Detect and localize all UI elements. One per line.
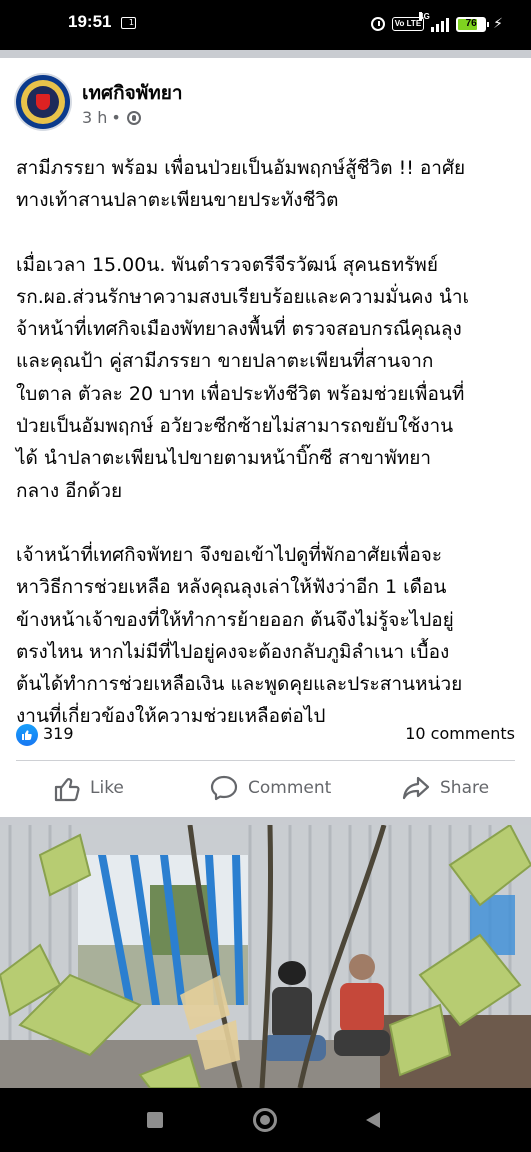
share-arrow-icon: [402, 775, 430, 801]
signal-icon: 4G: [419, 12, 450, 32]
like-label: Like: [90, 778, 124, 798]
home-icon[interactable]: [253, 1108, 277, 1132]
post-paragraph: เมื่อเวลา 15.00น. พันตำรวจตรีจีรวัฒน์ สุ…: [16, 253, 469, 502]
meta-separator: •: [111, 108, 121, 127]
feed-separator-top: [0, 50, 531, 58]
post-actions: Like Comment Share: [0, 762, 531, 814]
like-reaction-icon[interactable]: [16, 724, 38, 746]
share-button[interactable]: Share: [402, 762, 489, 814]
charging-icon: ⚡: [493, 16, 503, 32]
sim-card-icon: 1: [121, 17, 136, 29]
comment-bubble-icon: [210, 775, 238, 801]
post-photo[interactable]: [0, 825, 531, 1088]
avatar-emblem-icon: [27, 86, 59, 118]
share-label: Share: [440, 778, 490, 798]
photo-illustration: [0, 825, 531, 1088]
post-paragraph: เจ้าหน้าที่เทศกิจพัทยา จึงขอเข้าไปดูที่พ…: [16, 543, 463, 728]
post-paragraph: สามีภรรยา พร้อม เพื่อนป่วยเป็นอัมพฤกษ์สู…: [16, 157, 466, 212]
page-avatar[interactable]: [16, 75, 70, 129]
back-icon[interactable]: [366, 1112, 380, 1128]
divider: [16, 760, 515, 761]
system-navigation-bar: [0, 1088, 531, 1152]
battery-percent: 76: [465, 17, 477, 29]
like-button[interactable]: Like: [54, 762, 124, 814]
post-time[interactable]: 3 h: [82, 108, 107, 127]
comment-count[interactable]: 10 comments: [405, 724, 515, 743]
post-header: เทศกิจพัทยา 3 h •: [0, 58, 531, 144]
network-type-label: 4G: [419, 12, 430, 21]
feed-separator: [0, 817, 531, 825]
status-bar: 19:51 1 Vo LTE 4G 76 ⚡: [0, 0, 531, 50]
page-name[interactable]: เทศกิจพัทยา: [82, 78, 183, 108]
comment-button[interactable]: Comment: [210, 762, 331, 814]
post-meta: 3 h •: [82, 108, 141, 127]
post-body: สามีภรรยา พร้อม เพื่อนป่วยเป็นอัมพฤกษ์สู…: [16, 152, 521, 733]
thumbs-up-icon: [54, 776, 80, 802]
status-time: 19:51: [68, 12, 112, 31]
reactions-summary: 319 10 comments: [16, 722, 515, 750]
reaction-count[interactable]: 319: [43, 724, 74, 743]
globe-icon[interactable]: [126, 110, 141, 125]
recent-apps-icon[interactable]: [147, 1112, 163, 1128]
battery-icon: 76: [456, 16, 490, 32]
alarm-icon: [370, 17, 385, 31]
comment-label: Comment: [248, 778, 332, 798]
